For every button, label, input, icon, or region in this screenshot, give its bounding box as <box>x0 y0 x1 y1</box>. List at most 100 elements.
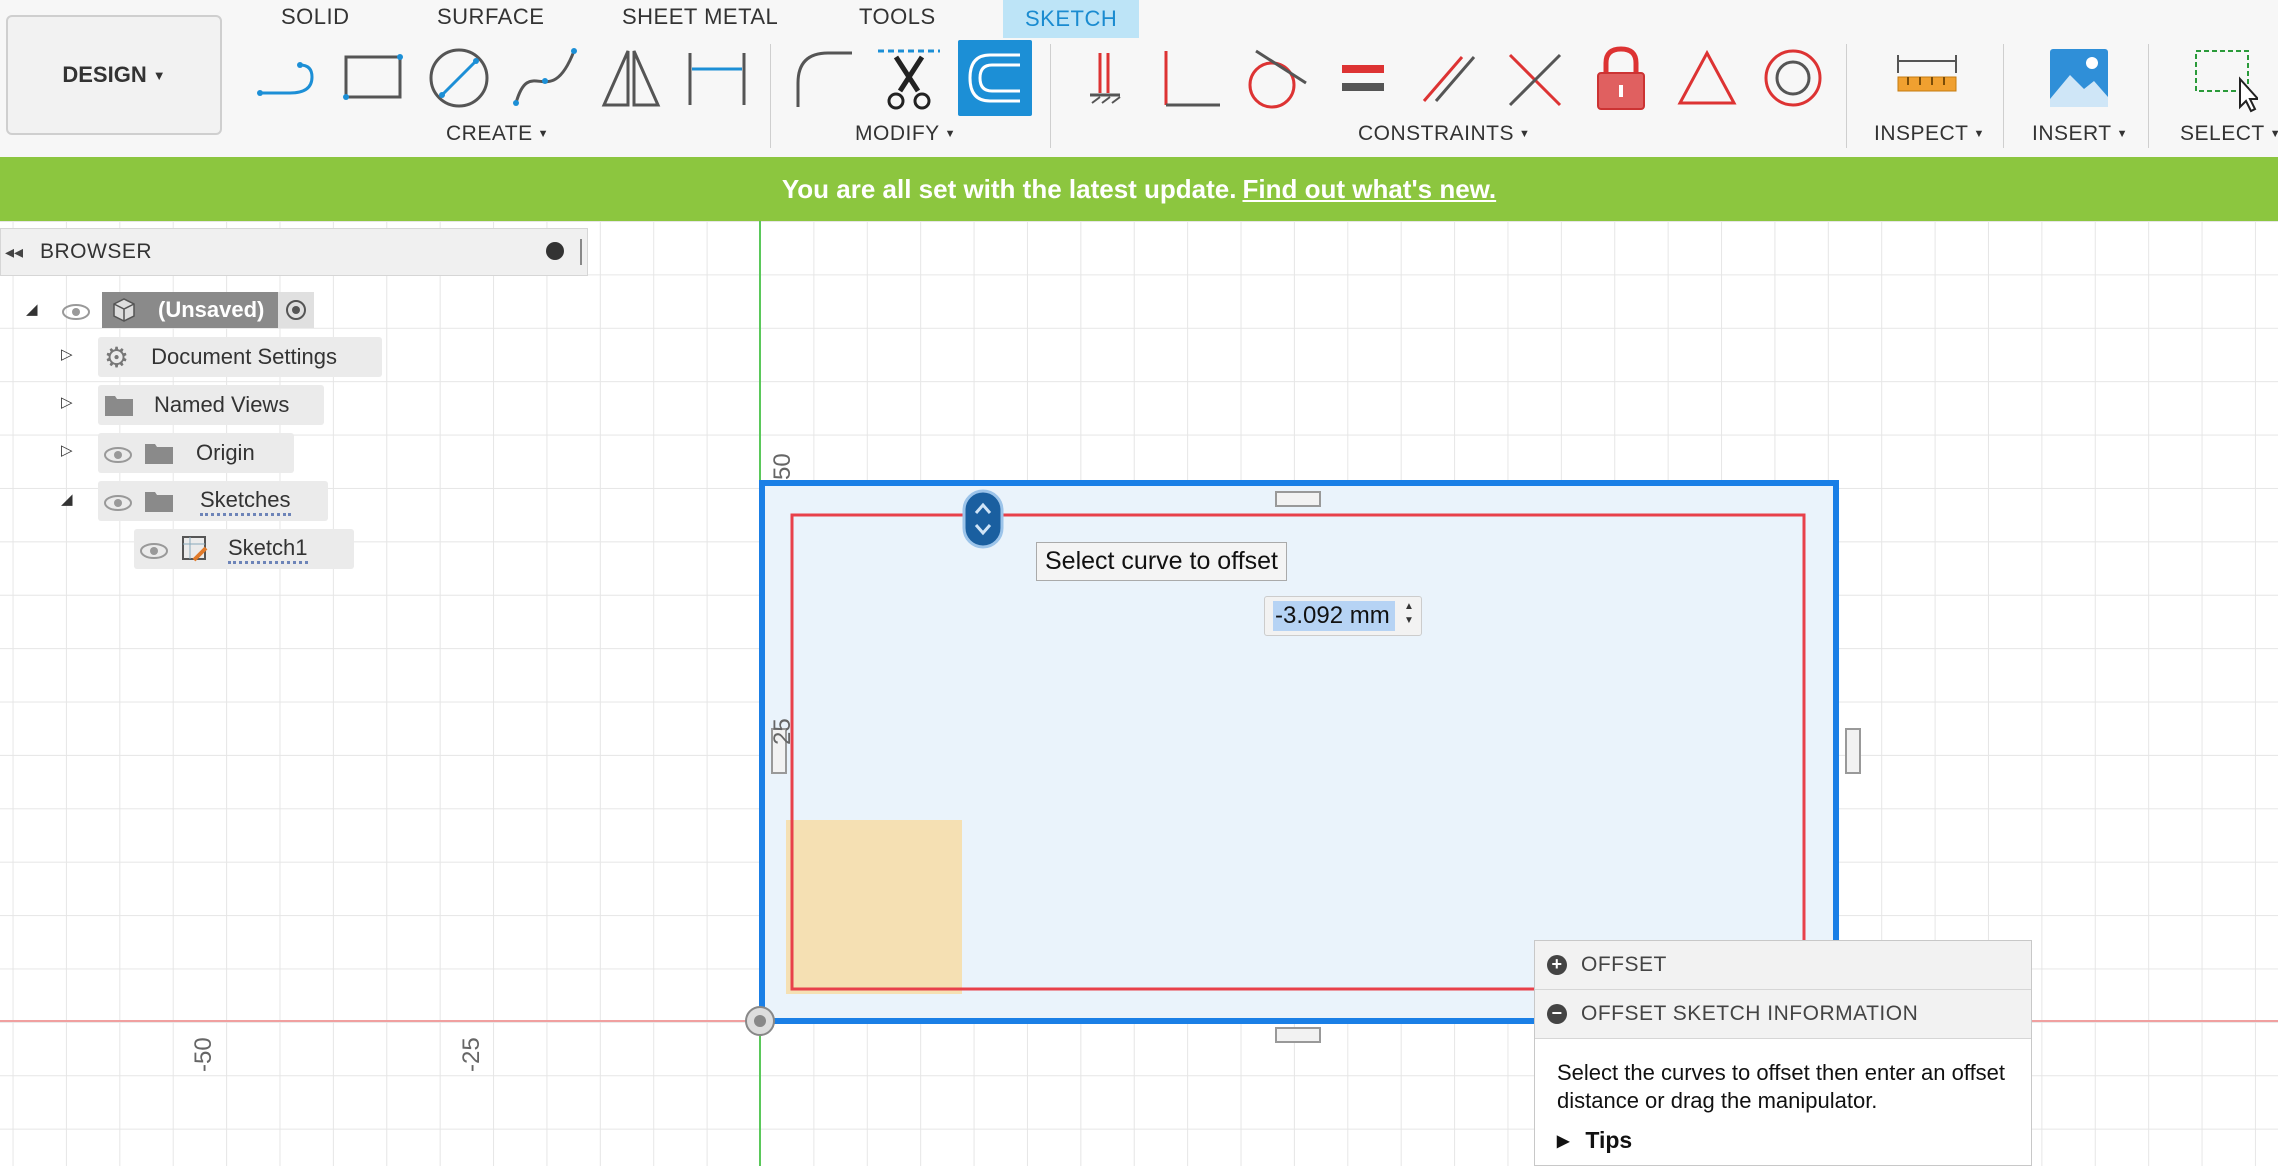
select-curve-tooltip: Select curve to offset <box>1036 542 1287 581</box>
offset-info-label: OFFSET SKETCH INFORMATION <box>1581 1002 1919 1025</box>
browser-item-label: Origin <box>196 440 255 465</box>
create-menu[interactable]: CREATE ▼ <box>446 122 549 146</box>
axis-label-25: 25 <box>769 718 796 745</box>
measure-icon[interactable] <box>1890 40 1964 116</box>
browser-item-document-settings[interactable]: ⚙ Document Settings <box>98 337 382 377</box>
constraints-label: CONSTRAINTS <box>1358 122 1515 145</box>
offset-header[interactable]: + OFFSET <box>1535 941 2031 990</box>
line-tool-icon[interactable] <box>250 40 324 116</box>
eye-icon[interactable] <box>62 301 90 320</box>
tangent-constraint-icon[interactable] <box>1240 40 1314 116</box>
workspace-label: DESIGN <box>62 62 147 87</box>
insert-menu[interactable]: INSERT ▼ <box>2032 122 2128 146</box>
divider <box>2003 44 2004 148</box>
divider <box>2148 44 2149 148</box>
fillet-tool-icon[interactable] <box>786 40 860 116</box>
whats-new-link[interactable]: Find out what's new. <box>1242 174 1496 205</box>
offset-manipulator-icon <box>962 489 1004 549</box>
workspace-dropdown[interactable]: DESIGN ▼ <box>6 15 222 135</box>
eye-icon[interactable] <box>140 540 168 559</box>
resize-handle[interactable] <box>580 239 582 265</box>
equal-constraint-icon[interactable] <box>1326 40 1400 116</box>
chevron-down-icon: ▼ <box>944 128 957 141</box>
collapse-browser-icon[interactable]: ◂◂ <box>5 242 23 263</box>
folder-icon <box>144 440 174 466</box>
horizontal-constraint-icon <box>1275 1027 1321 1043</box>
perpendicular-constraint-icon[interactable] <box>1154 40 1228 116</box>
triangle-constraint-icon[interactable] <box>1670 40 1744 116</box>
browser-item-label: Sketch1 <box>228 535 308 564</box>
offset-description: Select the curves to offset then enter a… <box>1557 1060 2006 1113</box>
rectangle-tool-icon[interactable] <box>336 40 410 116</box>
divider <box>1050 44 1051 148</box>
banner-text: You are all set with the latest update. <box>781 173 1237 204</box>
select-menu[interactable]: SELECT ▼ <box>2180 122 2278 146</box>
expand-triangle-icon[interactable]: ▷ <box>61 393 73 411</box>
minimize-icon[interactable] <box>546 242 564 260</box>
eye-icon[interactable] <box>104 444 132 463</box>
constraints-menu[interactable]: CONSTRAINTS ▼ <box>1358 122 1530 146</box>
axis-label-neg25: -25 <box>458 1037 485 1072</box>
profile-square <box>786 820 962 994</box>
expand-triangle-icon[interactable]: ▷ <box>61 345 73 363</box>
tab-surface[interactable]: SURFACE <box>437 0 544 33</box>
browser-item-unsaved[interactable]: (Unsaved) <box>62 289 315 331</box>
trim-tool-icon[interactable] <box>872 40 946 116</box>
mirror-tool-icon[interactable] <box>594 40 668 116</box>
browser-item-label: Named Views <box>154 392 290 417</box>
vertical-constraint-icon <box>1845 728 1861 774</box>
browser-header: ◂◂ BROWSER <box>0 228 588 276</box>
tab-sketch[interactable]: SKETCH <box>1003 0 1140 38</box>
browser-item-sketch1[interactable]: Sketch1 <box>134 529 354 569</box>
offset-panel: + OFFSET − OFFSET SKETCH INFORMATION Sel… <box>1534 940 2032 1166</box>
expand-triangle-icon[interactable]: ▷ <box>61 441 73 459</box>
expand-plus-icon[interactable]: + <box>1547 955 1567 975</box>
axis-label-neg50: -50 <box>190 1037 217 1072</box>
tab-sheet-metal[interactable]: SHEET METAL <box>622 0 778 33</box>
parallel-constraint-icon[interactable] <box>1412 40 1486 116</box>
chevron-down-icon: ▼ <box>2116 128 2129 141</box>
offset-info-header[interactable]: − OFFSET SKETCH INFORMATION <box>1535 990 2031 1039</box>
tips-label: Tips <box>1585 1127 1633 1153</box>
coincident-constraint-icon[interactable] <box>1498 40 1572 116</box>
collapse-triangle-icon[interactable]: ◢ <box>26 300 38 318</box>
lock-icon[interactable] <box>1584 40 1658 116</box>
eye-icon[interactable] <box>104 492 132 511</box>
chevron-down-icon: ▼ <box>1519 128 1531 141</box>
collapse-triangle-icon[interactable]: ◢ <box>61 490 73 508</box>
select-box-icon[interactable] <box>2186 40 2260 116</box>
activate-radio[interactable] <box>278 292 315 328</box>
browser-item-origin[interactable]: Origin <box>98 433 294 473</box>
browser-item-label: (Unsaved) <box>158 297 265 322</box>
chevron-down-icon: ▼ <box>152 67 166 83</box>
component-icon <box>110 296 138 324</box>
tab-solid[interactable]: SOLID <box>281 0 350 33</box>
circle-tool-icon[interactable] <box>422 40 496 116</box>
modify-label: MODIFY <box>855 122 940 145</box>
concentric-constraint-icon[interactable] <box>1756 40 1830 116</box>
gear-icon: ⚙ <box>104 341 130 373</box>
select-label: SELECT <box>2180 122 2265 145</box>
tab-tools[interactable]: TOOLS <box>859 0 936 33</box>
modify-menu[interactable]: MODIFY ▼ <box>855 122 956 146</box>
browser-item-named-views[interactable]: Named Views <box>98 385 324 425</box>
tips-toggle[interactable]: ▶ Tips <box>1557 1127 1632 1154</box>
offset-tool-icon[interactable] <box>958 40 1032 116</box>
insert-image-icon[interactable] <box>2042 40 2116 116</box>
component-badge[interactable]: (Unsaved) <box>102 292 279 328</box>
browser-item-label: Document Settings <box>151 344 337 369</box>
sketch-icon <box>180 534 210 564</box>
axis-label-50: 50 <box>769 453 796 480</box>
dimension-tool-icon[interactable] <box>680 40 754 116</box>
offset-distance-input[interactable] <box>1273 601 1395 631</box>
inspect-menu[interactable]: INSPECT ▼ <box>1874 122 1985 146</box>
stepper-arrows-icon[interactable]: ▲ ▼ <box>1401 600 1417 632</box>
spline-tool-icon[interactable] <box>508 40 582 116</box>
collapse-minus-icon[interactable]: − <box>1547 1004 1567 1024</box>
divider <box>1846 44 1847 148</box>
browser-title: BROWSER <box>40 240 153 263</box>
fix-constraint-icon[interactable] <box>1068 40 1142 116</box>
insert-label: INSERT <box>2032 122 2112 145</box>
browser-item-sketches[interactable]: Sketches <box>98 481 328 521</box>
offset-distance-field[interactable]: ▲▼ <box>1264 596 1422 636</box>
